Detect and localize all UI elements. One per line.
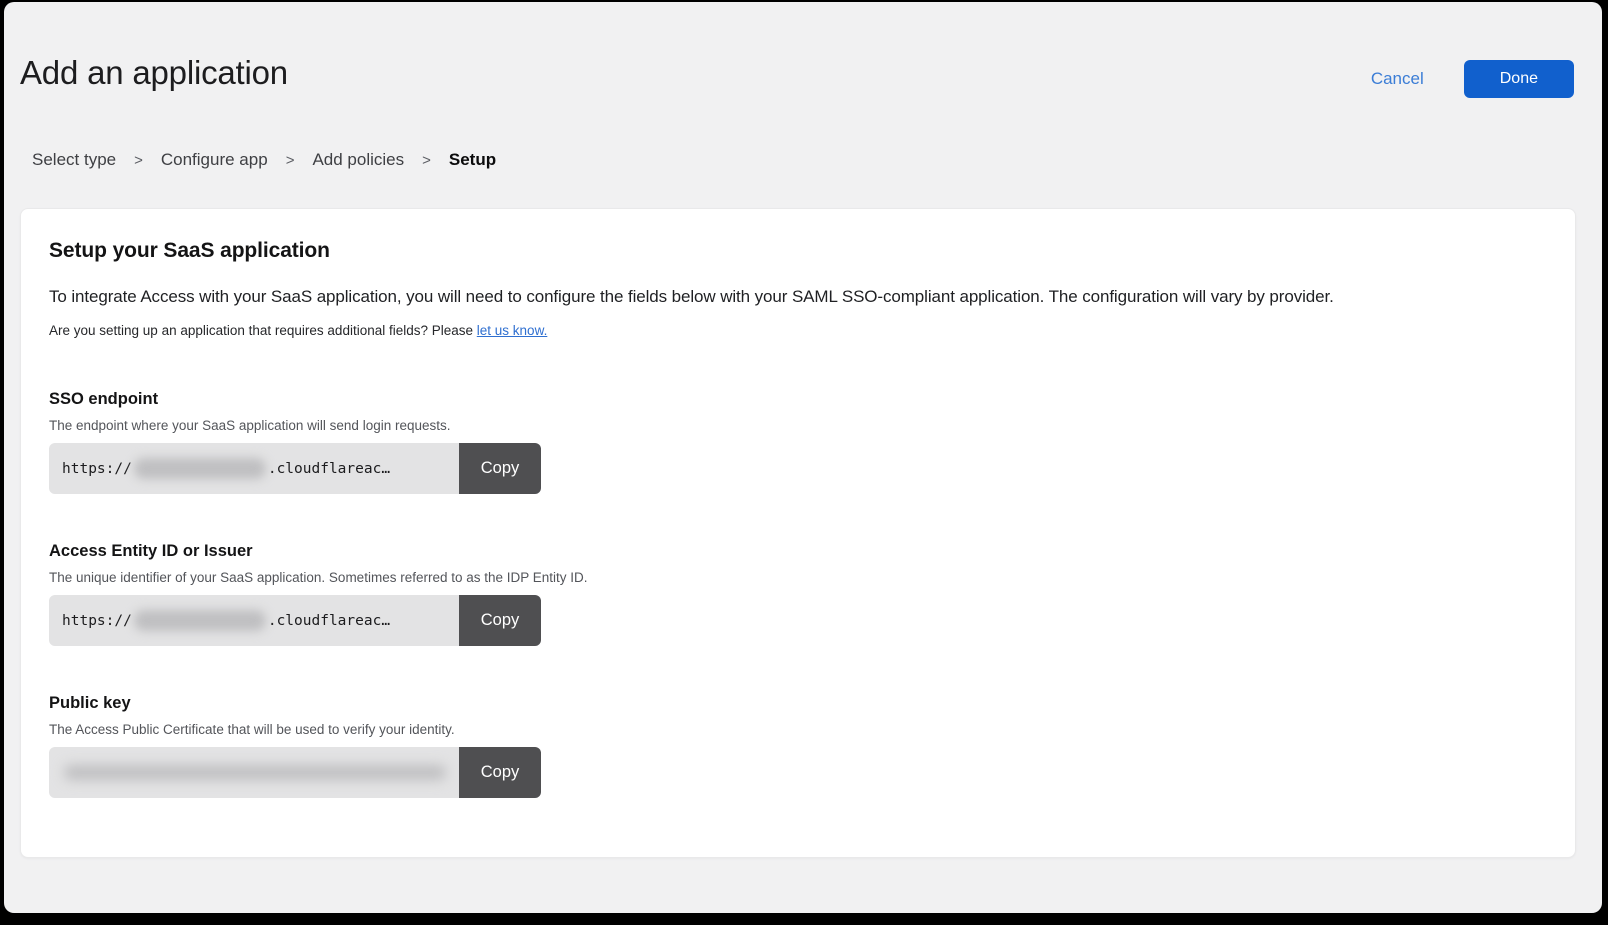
breadcrumb: Select type > Configure app > Add polici… — [4, 98, 1602, 170]
public-key-field-row: Copy — [49, 747, 541, 798]
entity-id-copy-button[interactable]: Copy — [459, 595, 541, 646]
field-description: The unique identifier of your SaaS appli… — [49, 570, 1547, 585]
entity-id-value: https:// .cloudflareac… — [49, 595, 459, 646]
breadcrumb-step-setup-active: Setup — [449, 150, 496, 170]
card-help-text: Are you setting up an application that r… — [49, 323, 1547, 338]
breadcrumb-step-configure-app[interactable]: Configure app — [161, 150, 268, 170]
setup-card: Setup your SaaS application To integrate… — [20, 208, 1576, 858]
redacted-value-blur — [64, 765, 446, 780]
redacted-value-blur — [134, 458, 266, 479]
public-key-value — [49, 747, 459, 798]
card-intro-text: To integrate Access with your SaaS appli… — [49, 287, 1547, 307]
redacted-value-blur — [134, 610, 266, 631]
field-description: The Access Public Certificate that will … — [49, 722, 1547, 737]
header-actions: Cancel Done — [1371, 54, 1574, 98]
card-heading: Setup your SaaS application — [49, 239, 1547, 263]
sso-endpoint-field-row: https:// .cloudflareac… Copy — [49, 443, 541, 494]
value-prefix: https:// — [62, 461, 132, 477]
sso-endpoint-value: https:// .cloudflareac… — [49, 443, 459, 494]
value-suffix: .cloudflareac… — [268, 461, 390, 477]
public-key-copy-button[interactable]: Copy — [459, 747, 541, 798]
field-label: Public key — [49, 694, 1547, 713]
field-label: SSO endpoint — [49, 390, 1547, 409]
breadcrumb-step-add-policies[interactable]: Add policies — [312, 150, 404, 170]
value-suffix: .cloudflareac… — [268, 613, 390, 629]
page-title: Add an application — [20, 54, 288, 92]
app-window: Add an application Cancel Done Select ty… — [4, 2, 1602, 913]
field-section-sso-endpoint: SSO endpoint The endpoint where your Saa… — [49, 390, 1547, 494]
sso-endpoint-copy-button[interactable]: Copy — [459, 443, 541, 494]
breadcrumb-separator: > — [422, 152, 431, 169]
field-section-public-key: Public key The Access Public Certificate… — [49, 694, 1547, 798]
field-label: Access Entity ID or Issuer — [49, 542, 1547, 561]
cancel-button[interactable]: Cancel — [1371, 69, 1424, 89]
breadcrumb-separator: > — [286, 152, 295, 169]
breadcrumb-step-select-type[interactable]: Select type — [32, 150, 116, 170]
help-text: Are you setting up an application that r… — [49, 323, 477, 338]
done-button[interactable]: Done — [1464, 60, 1574, 98]
field-section-entity-id: Access Entity ID or Issuer The unique id… — [49, 542, 1547, 646]
field-description: The endpoint where your SaaS application… — [49, 418, 1547, 433]
breadcrumb-separator: > — [134, 152, 143, 169]
value-prefix: https:// — [62, 613, 132, 629]
let-us-know-link[interactable]: let us know. — [477, 323, 548, 338]
page-header: Add an application Cancel Done — [4, 2, 1602, 98]
entity-id-field-row: https:// .cloudflareac… Copy — [49, 595, 541, 646]
